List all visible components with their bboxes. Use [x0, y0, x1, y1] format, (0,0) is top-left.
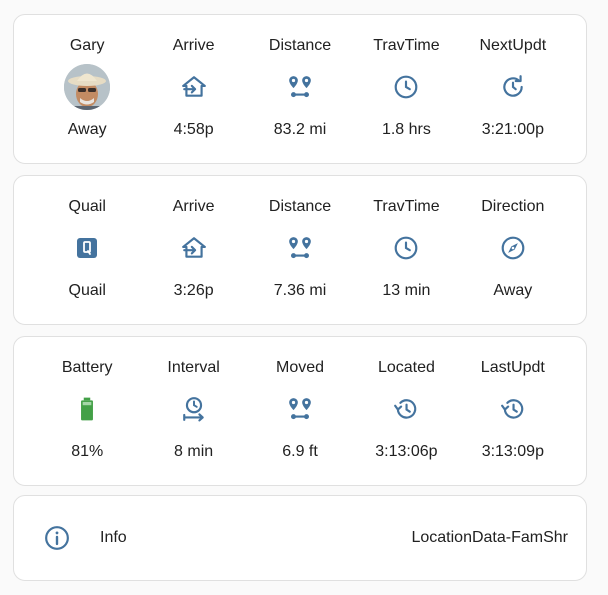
entity-state: 3:13:09p [481, 443, 544, 460]
entity-travtime[interactable]: TravTime 13 min [353, 176, 459, 324]
entity-nextupdt[interactable]: NextUpdt 3:21:00p [460, 15, 566, 163]
glance-card-quail: Quail Quail Arrive 3:26p Distance 7.36 m… [13, 175, 587, 325]
compass-icon [490, 225, 536, 271]
info-entity-row[interactable]: Info LocationData-FamShr [14, 496, 586, 580]
update-icon [490, 64, 536, 110]
avatar [64, 64, 111, 110]
entity-located[interactable]: Located 3:13:06p [353, 337, 459, 485]
entity-state: 6.9 ft [282, 443, 318, 460]
entity-state: Away [493, 282, 533, 299]
entity-state: 1.8 hrs [381, 121, 431, 138]
entity-state: 3:21:00p [481, 121, 544, 138]
entity-state: 3:26p [173, 282, 214, 299]
glance-card-status: Battery 81% Interval 8 min Moved 6.9 ft … [13, 336, 587, 486]
entity-quail[interactable]: Quail Quail [34, 176, 140, 324]
entity-name: TravTime [373, 198, 440, 215]
entity-state: Quail [68, 282, 106, 299]
entity-gary[interactable]: Gary Away [34, 15, 140, 163]
entity-lastupdt[interactable]: LastUpdt 3:13:09p [460, 337, 566, 485]
entity-name: Arrive [172, 198, 215, 215]
entity-state: 8 min [174, 443, 214, 460]
entity-name: Moved [276, 359, 325, 376]
entity-name: LastUpdt [480, 359, 545, 376]
entity-distance[interactable]: Distance 83.2 mi [247, 15, 353, 163]
history-icon [490, 386, 536, 432]
battery-icon [64, 386, 110, 432]
entity-moved[interactable]: Moved 6.9 ft [247, 337, 353, 485]
info-value: LocationData-FamShr [411, 529, 568, 546]
entity-direction[interactable]: Direction Away [460, 176, 566, 324]
map-marker-distance-icon [277, 225, 323, 271]
info-label: Info [100, 529, 127, 546]
entity-name: Interval [167, 359, 220, 376]
entity-state: 7.36 mi [273, 282, 327, 299]
clock-icon [383, 64, 429, 110]
map-marker-distance-icon [277, 64, 323, 110]
entity-arrive[interactable]: Arrive 4:58p [140, 15, 246, 163]
entity-state: 13 min [382, 282, 431, 299]
home-import-icon [171, 64, 217, 110]
clock-icon [383, 225, 429, 271]
timer-interval-icon [171, 386, 217, 432]
entity-interval[interactable]: Interval 8 min [140, 337, 246, 485]
entity-battery[interactable]: Battery 81% [34, 337, 140, 485]
entity-state: 4:58p [173, 121, 214, 138]
map-marker-distance-icon [277, 386, 323, 432]
entity-name: Located [377, 359, 435, 376]
dashboard: Gary Away Arrive 4:58p Distance 83.2 mi … [0, 0, 608, 595]
entity-name: Direction [481, 198, 545, 215]
history-icon [383, 386, 429, 432]
entity-state: 81% [71, 443, 104, 460]
entity-name: Distance [268, 37, 332, 54]
entity-arrive[interactable]: Arrive 3:26p [140, 176, 246, 324]
glance-card-gary: Gary Away Arrive 4:58p Distance 83.2 mi … [13, 14, 587, 164]
zone-badge-icon [64, 225, 110, 271]
entity-name: Distance [268, 198, 332, 215]
entity-name: Battery [61, 359, 113, 376]
entity-state: Away [67, 121, 107, 138]
entity-name: Quail [68, 198, 106, 215]
entity-distance[interactable]: Distance 7.36 mi [247, 176, 353, 324]
home-import-icon [171, 225, 217, 271]
entity-name: TravTime [373, 37, 440, 54]
info-card: Info LocationData-FamShr [13, 495, 587, 581]
entity-state: 83.2 mi [273, 121, 327, 138]
entity-state: 3:13:06p [375, 443, 438, 460]
entity-name: Arrive [172, 37, 215, 54]
entity-travtime[interactable]: TravTime 1.8 hrs [353, 15, 459, 163]
entity-name: Gary [69, 37, 105, 54]
info-icon [44, 525, 70, 551]
entity-name: NextUpdt [479, 37, 547, 54]
